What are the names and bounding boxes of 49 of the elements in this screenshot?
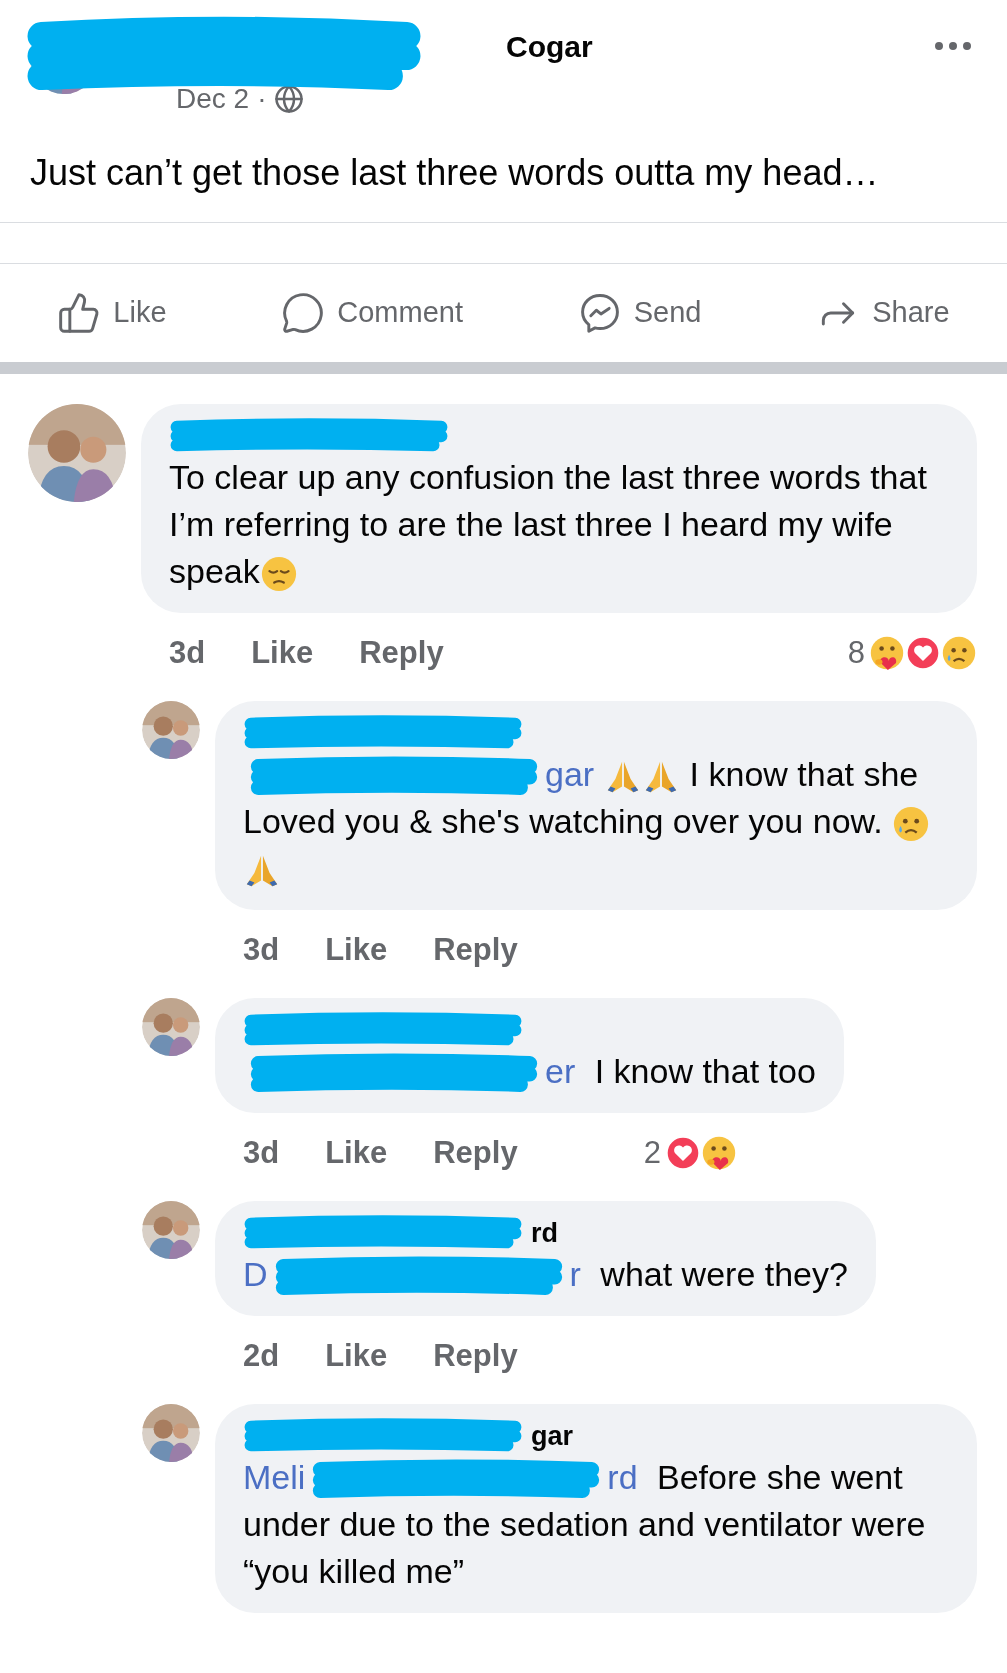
- avatar[interactable]: [142, 998, 200, 1056]
- avatar[interactable]: [142, 1201, 200, 1260]
- mention-link[interactable]: r: [569, 1255, 581, 1294]
- reply-link[interactable]: Reply: [433, 1129, 518, 1177]
- heart-reaction-icon: [664, 1135, 701, 1172]
- comment-text: Meli rd Before she went under due to the sedation and ventilator were “you killed me”: [243, 1457, 927, 1593]
- post-action-button[interactable]: Comment: [281, 291, 463, 335]
- crying-face-icon: [892, 805, 931, 844]
- author-name[interactable]: Cogar: [506, 32, 593, 62]
- crying-face-icon: [941, 635, 977, 671]
- separator-dot: ·: [257, 82, 267, 116]
- avatar[interactable]: [142, 1404, 200, 1463]
- comment-icon: [281, 291, 326, 335]
- mention-link[interactable]: rd: [607, 1458, 638, 1497]
- reply-link[interactable]: Reply: [433, 1332, 518, 1380]
- mention-link[interactable]: Meli: [243, 1458, 306, 1497]
- reply-link[interactable]: Reply: [433, 926, 518, 974]
- comment-time: 3d: [243, 1133, 280, 1172]
- comment-text: er I know that too: [243, 1048, 816, 1096]
- like-link[interactable]: Like: [251, 629, 314, 677]
- mention-link[interactable]: gar: [545, 755, 595, 793]
- heart-reaction-icon: [905, 635, 941, 671]
- hugging-face-icon: [869, 635, 905, 671]
- like-link[interactable]: Like: [325, 926, 388, 974]
- comment-text: To clear up any confusion the last three words that I’m referring to are the last three I heard my wife speak: [169, 454, 949, 595]
- globe-icon: [274, 84, 305, 114]
- hugging-face-icon: [700, 1135, 737, 1172]
- mention-link[interactable]: D: [243, 1255, 268, 1294]
- comment-time: 2d: [243, 1336, 280, 1375]
- comment-time: 3d: [169, 633, 206, 672]
- reaction-count[interactable]: 2: [643, 1129, 661, 1177]
- post-action-button[interactable]: Like: [57, 291, 167, 335]
- post-time[interactable]: Dec 2: [176, 78, 250, 120]
- avatar[interactable]: [28, 404, 126, 502]
- post-action-button[interactable]: Send: [577, 291, 702, 335]
- post-text: Just can’t get those last three words outta my head…: [29, 151, 880, 195]
- avatar[interactable]: [142, 701, 200, 759]
- comment-time: 3d: [243, 930, 280, 969]
- reaction-count[interactable]: 8: [847, 629, 865, 677]
- mention-link[interactable]: er: [545, 1052, 576, 1090]
- like-link[interactable]: Like: [325, 1129, 388, 1177]
- post-action-button[interactable]: Share: [816, 291, 950, 335]
- like-link[interactable]: Like: [325, 1332, 388, 1380]
- comment-text: gar I know that she Loved you & she's watching over you now.: [243, 751, 949, 892]
- comment-text: D r what were they?: [243, 1251, 848, 1299]
- pensive-face-icon: [259, 555, 298, 593]
- commenter-name[interactable]: gar: [531, 1415, 574, 1457]
- commenter-name[interactable]: rd: [531, 1212, 558, 1254]
- reply-link[interactable]: Reply: [359, 629, 444, 677]
